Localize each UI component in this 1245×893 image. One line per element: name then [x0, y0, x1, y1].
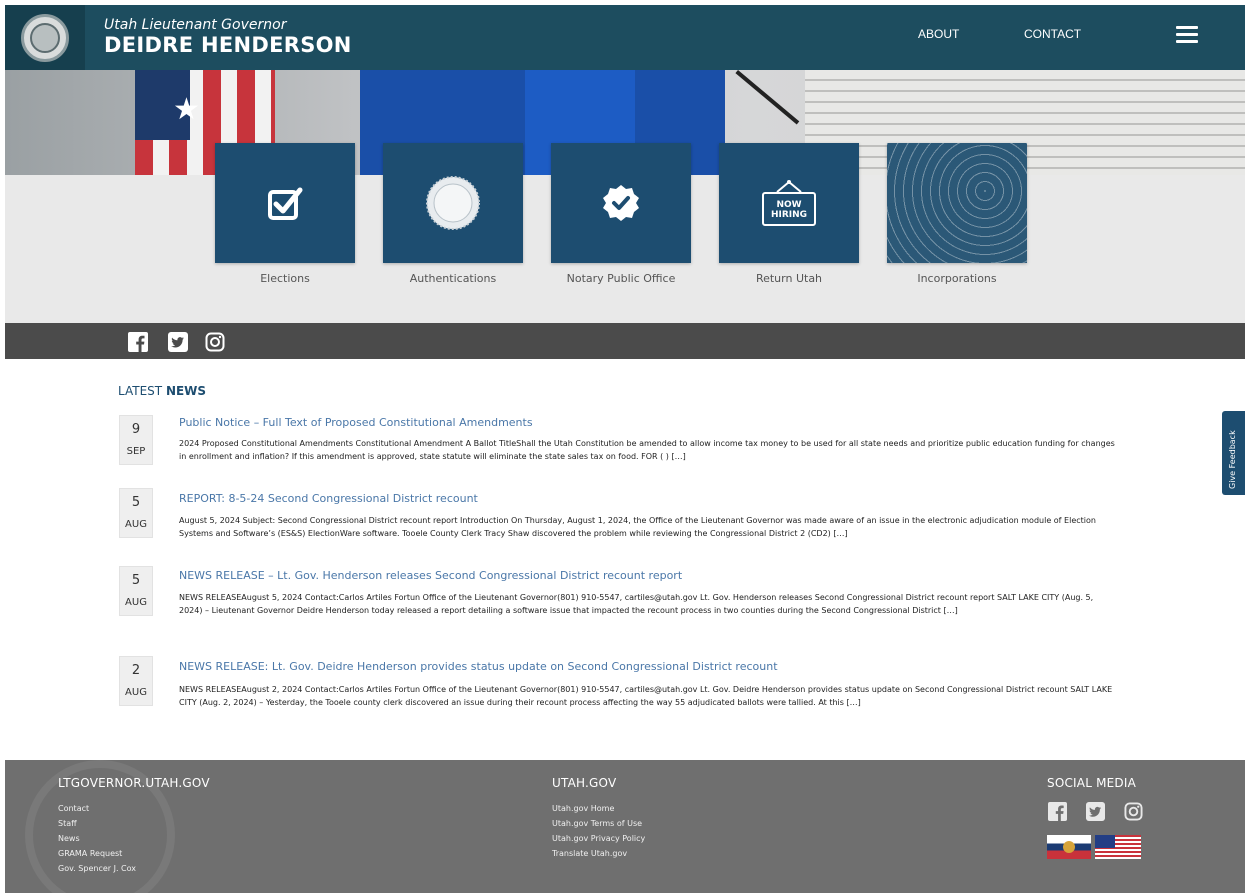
- tile-return-utah[interactable]: NOW HIRING: [719, 143, 859, 263]
- date-badge: 5 AUG: [119, 488, 153, 538]
- tile-label-return-utah[interactable]: Return Utah: [709, 272, 869, 285]
- instagram-icon[interactable]: [205, 332, 225, 352]
- tile-incorporations[interactable]: [887, 143, 1027, 263]
- footer-col-social: SOCIAL MEDIA: [1047, 776, 1143, 859]
- tile-notary-public[interactable]: [551, 143, 691, 263]
- footer-link-news[interactable]: News: [58, 831, 210, 846]
- nav-contact-link[interactable]: CONTACT: [1024, 27, 1081, 41]
- seal-icon: [426, 176, 480, 230]
- tile-authentications[interactable]: [383, 143, 523, 263]
- footer-link-utahgov-home[interactable]: Utah.gov Home: [552, 801, 645, 816]
- tile-label-incorporations[interactable]: Incorporations: [877, 272, 1037, 285]
- feedback-label: Give Feedback: [1228, 430, 1237, 489]
- hamburger-menu-icon[interactable]: [1176, 26, 1198, 44]
- footer-link-governor[interactable]: Gov. Spencer J. Cox: [58, 861, 210, 876]
- footer-link-terms[interactable]: Utah.gov Terms of Use: [552, 816, 645, 831]
- news-title-link[interactable]: REPORT: 8-5-24 Second Congressional Dist…: [179, 492, 478, 505]
- footer-link-privacy[interactable]: Utah.gov Privacy Policy: [552, 831, 645, 846]
- news-title-link[interactable]: NEWS RELEASE – Lt. Gov. Henderson releas…: [179, 569, 682, 582]
- footer-link-grama[interactable]: GRAMA Request: [58, 846, 210, 861]
- footer-link-contact[interactable]: Contact: [58, 801, 210, 816]
- news-excerpt: 2024 Proposed Constitutional Amendments …: [179, 439, 1115, 461]
- date-badge: 5 AUG: [119, 566, 153, 616]
- footer-heading: LTGOVERNOR.UTAH.GOV: [58, 776, 210, 790]
- state-seal-logo[interactable]: [5, 5, 85, 70]
- utah-flag-icon: [1047, 835, 1091, 859]
- news-excerpt: August 5, 2024 Subject: Second Congressi…: [179, 516, 1096, 538]
- flag-star-icon: ★: [173, 93, 200, 126]
- nav-about-link[interactable]: ABOUT: [918, 27, 959, 41]
- checkbox-icon: [268, 187, 303, 220]
- site-name: DEIDRE HENDERSON: [104, 33, 352, 57]
- footer-col-ltgovernor: LTGOVERNOR.UTAH.GOV Contact Staff News G…: [58, 776, 210, 876]
- now-hiring-sign-icon: NOW HIRING: [762, 180, 816, 226]
- footer-link-staff[interactable]: Staff: [58, 816, 210, 831]
- tile-label-elections[interactable]: Elections: [205, 272, 365, 285]
- give-feedback-tab[interactable]: Give Feedback: [1222, 411, 1245, 495]
- tile-label-authentications[interactable]: Authentications: [373, 272, 533, 285]
- tile-label-notary[interactable]: Notary Public Office: [541, 272, 701, 285]
- verified-badge-icon: [603, 185, 639, 221]
- footer-heading: UTAH.GOV: [552, 776, 617, 790]
- news-title-link[interactable]: Public Notice – Full Text of Proposed Co…: [179, 416, 533, 429]
- news-excerpt: NEWS RELEASEAugust 2, 2024 Contact:Carlo…: [179, 685, 1113, 707]
- news-title-link[interactable]: NEWS RELEASE: Lt. Gov. Deidre Henderson …: [179, 660, 778, 673]
- tile-elections[interactable]: [215, 143, 355, 263]
- seal-icon: [21, 13, 69, 62]
- services-band: NOW HIRING Elections Authentications Not…: [5, 143, 1245, 323]
- site-title[interactable]: Utah Lieutenant Governor DEIDRE HENDERSO…: [104, 17, 352, 57]
- twitter-icon[interactable]: [1085, 801, 1105, 821]
- news-excerpt: NEWS RELEASEAugust 5, 2024 Contact:Carlo…: [179, 593, 1094, 615]
- footer-heading: SOCIAL MEDIA: [1047, 776, 1137, 790]
- site-header: Utah Lieutenant Governor DEIDRE HENDERSO…: [5, 5, 1245, 70]
- site-subtitle: Utah Lieutenant Governor: [104, 17, 287, 33]
- date-badge: 2 AUG: [119, 656, 153, 706]
- facebook-icon[interactable]: [1047, 801, 1067, 821]
- date-badge: 9 SEP: [119, 415, 153, 465]
- instagram-icon[interactable]: [1123, 801, 1143, 821]
- twitter-icon[interactable]: [168, 332, 188, 352]
- latest-news-heading: LATEST NEWS: [118, 384, 207, 398]
- site-footer: LTGOVERNOR.UTAH.GOV Contact Staff News G…: [5, 760, 1245, 893]
- facebook-icon[interactable]: [128, 332, 148, 352]
- us-flag-icon: [1095, 835, 1141, 859]
- footer-link-translate[interactable]: Translate Utah.gov: [552, 846, 645, 861]
- social-bar: [5, 323, 1245, 359]
- footer-col-utahgov: UTAH.GOV Utah.gov Home Utah.gov Terms of…: [552, 776, 645, 861]
